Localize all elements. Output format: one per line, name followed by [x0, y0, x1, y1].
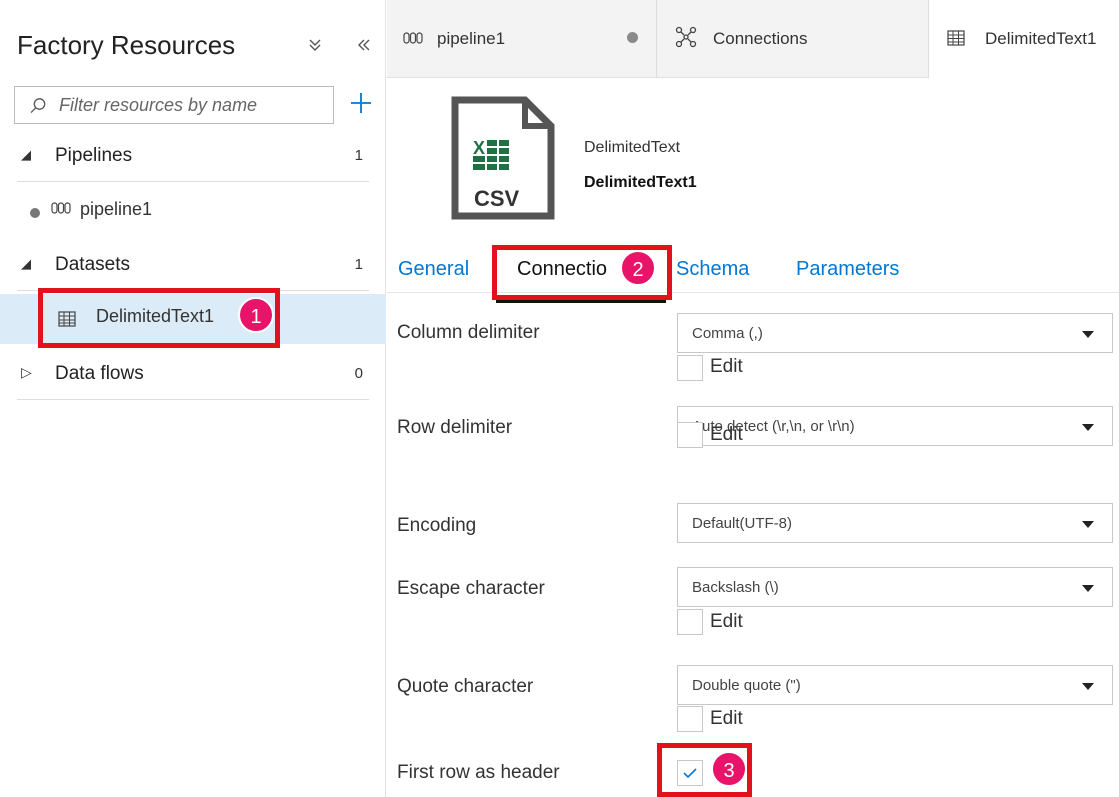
csv-file-icon: X CSV — [451, 96, 555, 225]
tree-section-datasets[interactable]: ◢ Datasets 1 — [17, 241, 369, 291]
dropdown-arrow-icon — [1082, 331, 1094, 338]
svg-text:X: X — [473, 138, 485, 158]
section-count: 1 — [354, 256, 363, 273]
edit-label: Edit — [710, 708, 743, 729]
item-label: pipeline1 — [80, 199, 153, 219]
row-delimiter-edit-checkbox[interactable] — [677, 422, 703, 448]
column-delimiter-edit-checkbox[interactable] — [677, 355, 703, 381]
unsaved-dot-icon — [627, 32, 638, 43]
select-value: Double quote (") — [692, 677, 801, 694]
tab-connections[interactable]: Connections — [657, 0, 929, 78]
pipeline-icon — [51, 200, 71, 221]
connections-icon — [675, 26, 697, 53]
tab-label: pipeline1 — [437, 29, 506, 48]
double-chevron-down-icon[interactable] — [308, 36, 322, 57]
dataset-type: DelimitedText — [584, 139, 681, 156]
factory-resources-panel: Factory Resources ◢ Pipelines 1 pipeline… — [0, 0, 386, 797]
caret-down-icon: ◢ — [21, 147, 31, 162]
column-delimiter-select[interactable]: Comma (,) — [677, 313, 1113, 353]
encoding-label: Encoding — [397, 515, 477, 536]
dropdown-arrow-icon — [1082, 585, 1094, 592]
dropdown-arrow-icon — [1082, 683, 1094, 690]
dataset-name: DelimitedText1 — [584, 174, 697, 191]
column-delimiter-label: Column delimiter — [397, 322, 540, 343]
active-tab-underline — [496, 300, 666, 303]
search-icon — [30, 98, 46, 114]
section-label: Datasets — [55, 254, 130, 275]
pipeline-icon — [403, 30, 423, 51]
section-label: Pipelines — [55, 145, 133, 166]
first-row-header-label: First row as header — [397, 762, 560, 783]
tab-pipeline1[interactable]: pipeline1 — [387, 0, 657, 78]
select-value: Backslash (\) — [692, 579, 779, 596]
caret-down-icon: ◢ — [21, 256, 31, 271]
tab-delimitedtext1[interactable]: DelimitedText1 — [929, 0, 1119, 79]
tab-general[interactable]: General — [398, 258, 469, 281]
edit-label: Edit — [710, 424, 743, 445]
annotation-badge-2: 2 — [620, 250, 656, 286]
row-delimiter-label: Row delimiter — [397, 417, 513, 438]
tab-label: Connections — [713, 29, 808, 48]
quote-character-label: Quote character — [397, 676, 534, 697]
quote-character-select[interactable]: Double quote (") — [677, 665, 1113, 705]
dropdown-arrow-icon — [1082, 424, 1094, 431]
filter-resources-input[interactable] — [59, 93, 329, 117]
add-resource-button[interactable] — [344, 86, 378, 124]
select-value: Comma (,) — [692, 325, 763, 342]
document-tab-strip: pipeline1 Connections DelimitedText1 — [387, 0, 1119, 79]
tree-item-pipeline1[interactable]: pipeline1 — [0, 187, 386, 237]
tree-section-dataflows[interactable]: ▷ Data flows 0 — [17, 350, 369, 400]
quote-character-edit-checkbox[interactable] — [677, 706, 703, 732]
plus-icon — [351, 93, 371, 113]
edit-label: Edit — [710, 611, 743, 632]
edit-label: Edit — [710, 356, 743, 377]
select-value: Default(UTF-8) — [692, 515, 793, 532]
escape-character-label: Escape character — [397, 578, 545, 599]
tab-label: DelimitedText1 — [985, 29, 1097, 48]
sidebar-title: Factory Resources — [17, 30, 236, 60]
escape-character-select[interactable]: Backslash (\) — [677, 567, 1113, 607]
unsaved-dot-icon — [30, 208, 40, 218]
caret-right-icon: ▷ — [21, 364, 32, 380]
csv-file-label: CSV — [474, 186, 520, 211]
tree-section-pipelines[interactable]: ◢ Pipelines 1 — [17, 132, 369, 182]
double-chevron-left-icon[interactable] — [357, 36, 371, 57]
tab-parameters[interactable]: Parameters — [796, 258, 899, 281]
annotation-badge-3: 3 — [711, 751, 747, 787]
table-icon — [947, 30, 965, 51]
filter-resources-box — [14, 86, 334, 124]
encoding-select[interactable]: Default(UTF-8) — [677, 503, 1113, 543]
escape-character-edit-checkbox[interactable] — [677, 609, 703, 635]
dropdown-arrow-icon — [1082, 521, 1094, 528]
tab-schema[interactable]: Schema — [676, 258, 749, 281]
section-count: 0 — [354, 365, 363, 382]
section-label: Data flows — [55, 363, 144, 384]
annotation-badge-1: 1 — [238, 297, 274, 333]
section-count: 1 — [354, 147, 363, 164]
